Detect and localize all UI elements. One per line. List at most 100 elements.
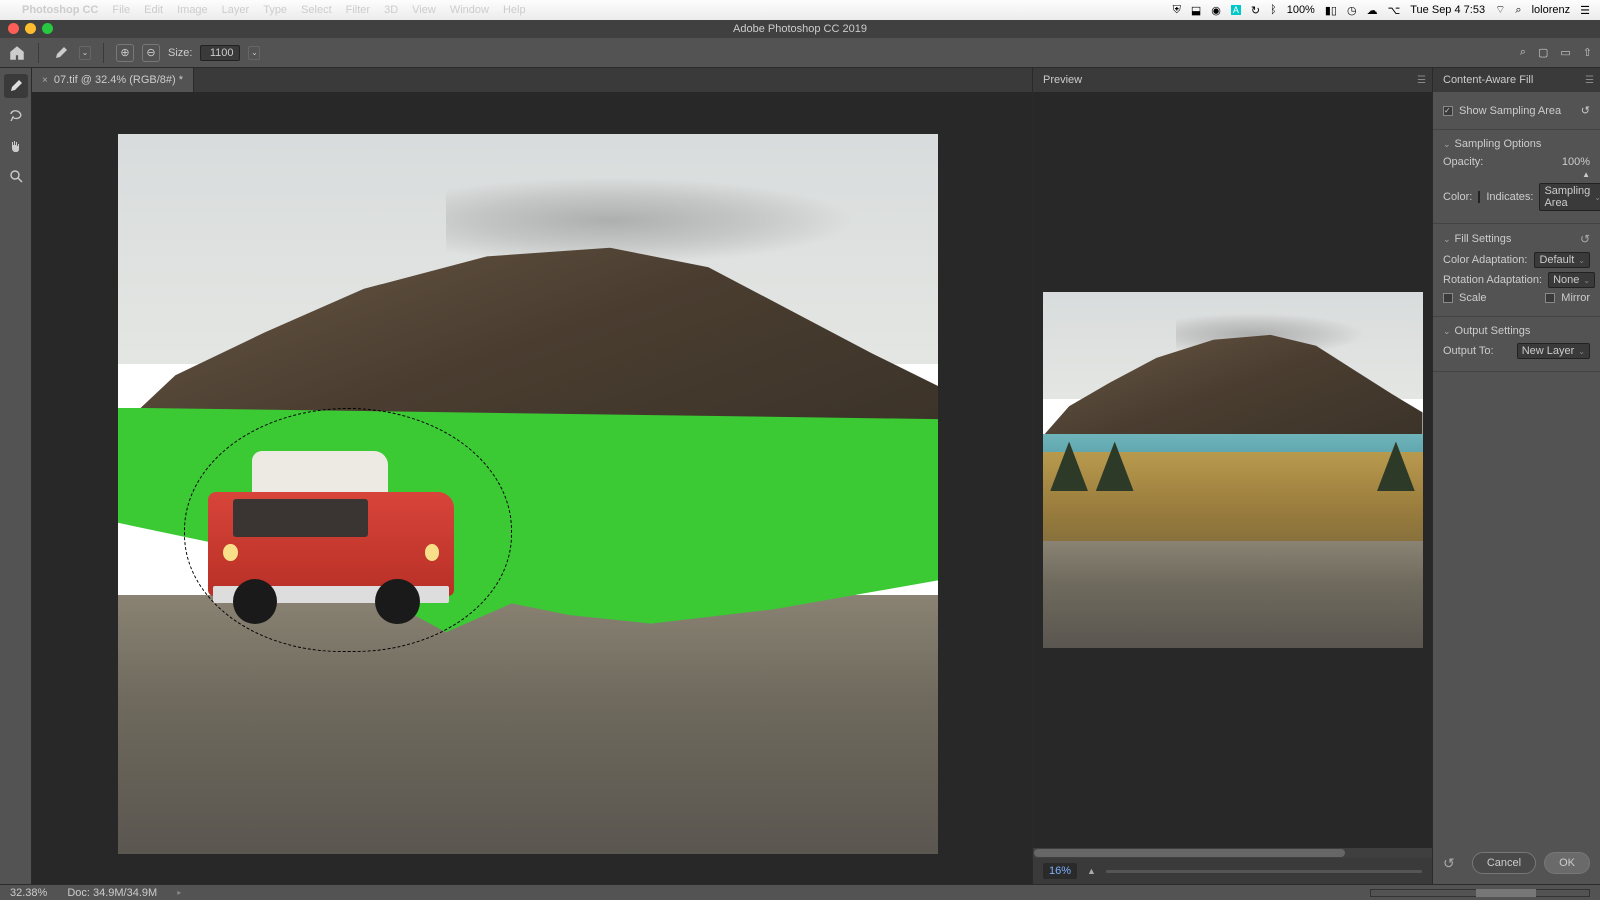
zoom-tool[interactable] bbox=[4, 164, 28, 188]
selection-marquee bbox=[184, 408, 512, 653]
mirror-label: Mirror bbox=[1561, 292, 1590, 304]
preview-canvas[interactable] bbox=[1043, 292, 1423, 648]
size-label: Size: bbox=[168, 47, 192, 59]
panel-menu-icon[interactable]: ☰ bbox=[1585, 75, 1594, 86]
menu-edit[interactable]: Edit bbox=[144, 4, 163, 16]
document-tabs: × 07.tif @ 32.4% (RGB/8#) * bbox=[32, 68, 1032, 92]
tab-close-icon[interactable]: × bbox=[42, 75, 48, 86]
menu-view[interactable]: View bbox=[412, 4, 436, 16]
reset-all-icon[interactable]: ↺ bbox=[1443, 855, 1455, 872]
color-adapt-dropdown[interactable]: Default⌄ bbox=[1534, 252, 1590, 268]
workspace-icon[interactable]: ▢ bbox=[1538, 46, 1548, 59]
status-scrollbar[interactable] bbox=[1370, 889, 1590, 897]
main-canvas[interactable] bbox=[118, 134, 938, 854]
fill-settings-header[interactable]: Fill Settings bbox=[1455, 233, 1512, 245]
reset-sampling-icon[interactable]: ↺ bbox=[1581, 104, 1590, 117]
opacity-value[interactable]: 100% bbox=[1562, 156, 1590, 168]
color-swatch[interactable] bbox=[1478, 191, 1480, 203]
show-sampling-checkbox[interactable] bbox=[1443, 106, 1453, 116]
menu-filter[interactable]: Filter bbox=[346, 4, 370, 16]
preview-title: Preview bbox=[1043, 74, 1082, 86]
dropbox-icon[interactable]: ⬓ bbox=[1191, 4, 1201, 17]
scale-checkbox[interactable] bbox=[1443, 293, 1453, 303]
add-mode-button[interactable]: ⊕ bbox=[116, 44, 134, 62]
minimize-icon[interactable] bbox=[25, 23, 36, 34]
sync-icon[interactable]: ↻ bbox=[1251, 4, 1260, 17]
sampling-options-header[interactable]: Sampling Options bbox=[1455, 138, 1542, 150]
close-icon[interactable] bbox=[8, 23, 19, 34]
cloud-icon[interactable]: ☁︎ bbox=[1367, 4, 1378, 17]
battery-text: 100% bbox=[1287, 4, 1315, 16]
opacity-label: Opacity: bbox=[1443, 156, 1483, 168]
size-dropdown[interactable]: ⌄ bbox=[248, 46, 260, 60]
output-settings-header[interactable]: Output Settings bbox=[1455, 325, 1531, 337]
canvas-area: × 07.tif @ 32.4% (RGB/8#) * bbox=[32, 68, 1032, 884]
status-doc[interactable]: Doc: 34.9M/34.9M bbox=[67, 887, 157, 899]
menu-layer[interactable]: Layer bbox=[222, 4, 250, 16]
mac-menubar: Photoshop CC File Edit Image Layer Type … bbox=[0, 0, 1600, 20]
hand-tool[interactable] bbox=[4, 134, 28, 158]
ok-button[interactable]: OK bbox=[1544, 852, 1590, 874]
menu-window[interactable]: Window bbox=[450, 4, 489, 16]
menu-icon[interactable]: ☰ bbox=[1580, 4, 1590, 17]
reset-fill-icon[interactable]: ↺ bbox=[1580, 232, 1590, 246]
window-title: Adobe Photoshop CC 2019 bbox=[733, 23, 867, 35]
menu-select[interactable]: Select bbox=[301, 4, 332, 16]
spotlight-icon[interactable]: ⌕ bbox=[1515, 4, 1521, 17]
size-input[interactable]: 1100 bbox=[200, 45, 240, 61]
show-sampling-label: Show Sampling Area bbox=[1459, 105, 1561, 117]
battery-icon[interactable]: ▮▯ bbox=[1325, 4, 1337, 17]
traffic-lights bbox=[8, 23, 53, 34]
status-zoom[interactable]: 32.38% bbox=[10, 887, 47, 899]
home-button[interactable] bbox=[8, 44, 26, 62]
search-icon[interactable]: ⌕ bbox=[1520, 46, 1526, 59]
rotation-label: Rotation Adaptation: bbox=[1443, 274, 1542, 286]
app-name[interactable]: Photoshop CC bbox=[22, 4, 98, 16]
share-icon[interactable]: ⇧ bbox=[1583, 46, 1592, 59]
zoom-slider[interactable] bbox=[1106, 870, 1422, 873]
color-adapt-label: Color Adaptation: bbox=[1443, 254, 1527, 266]
document-tab[interactable]: × 07.tif @ 32.4% (RGB/8#) * bbox=[32, 68, 194, 92]
image-ground bbox=[118, 595, 938, 854]
clock-text: Tue Sep 4 7:53 bbox=[1410, 4, 1485, 16]
cancel-button[interactable]: Cancel bbox=[1472, 852, 1536, 874]
mac-status: ⛨ ⬓ ◉ A ↻ ᛒ 100% ▮▯ ◷ ☁︎ ⌥ Tue Sep 4 7:5… bbox=[1173, 3, 1590, 17]
preview-panel: Preview ☰ 16% ▲ bbox=[1032, 68, 1432, 884]
cc-icon[interactable]: ◉ bbox=[1211, 4, 1221, 17]
brush-preset-dropdown[interactable]: ⌄ bbox=[79, 46, 91, 60]
lasso-tool[interactable] bbox=[4, 104, 28, 128]
output-to-dropdown[interactable]: New Layer⌄ bbox=[1517, 343, 1590, 359]
bluetooth-icon[interactable]: ᛒ bbox=[1270, 4, 1277, 16]
user-text[interactable]: lolorenz bbox=[1532, 4, 1571, 16]
sampling-brush-tool[interactable] bbox=[4, 74, 28, 98]
preview-zoom-input[interactable]: 16% bbox=[1043, 863, 1077, 879]
menu-image[interactable]: Image bbox=[177, 4, 208, 16]
preview-scrollbar[interactable] bbox=[1033, 848, 1432, 858]
wifi-icon[interactable]: ⌔ bbox=[1495, 3, 1505, 17]
clock-icon[interactable]: ◷ bbox=[1347, 4, 1357, 17]
menu-3d[interactable]: 3D bbox=[384, 4, 398, 16]
output-to-label: Output To: bbox=[1443, 345, 1494, 357]
menu-help[interactable]: Help bbox=[503, 4, 526, 16]
status-bar: 32.38% Doc: 34.9M/34.9M ▸ bbox=[0, 884, 1600, 900]
shield-icon[interactable]: ⛨ bbox=[1173, 4, 1181, 17]
caf-title: Content-Aware Fill bbox=[1443, 74, 1533, 86]
scale-label: Scale bbox=[1459, 292, 1487, 304]
indicates-label: Indicates: bbox=[1486, 191, 1533, 203]
rotation-dropdown[interactable]: None⌄ bbox=[1548, 272, 1595, 288]
panel-menu-icon[interactable]: ☰ bbox=[1417, 75, 1426, 86]
adobe-icon[interactable]: A bbox=[1231, 5, 1241, 15]
zoom-icon[interactable] bbox=[42, 23, 53, 34]
opacity-slider[interactable]: ▲ bbox=[1443, 170, 1590, 179]
options-bar: ⌄ ⊕ ⊖ Size: 1100 ⌄ ⌕ ▢ ▭ ⇧ bbox=[0, 38, 1600, 68]
switch-icon[interactable]: ⌥ bbox=[1388, 4, 1401, 17]
zoom-slider-thumb[interactable]: ▲ bbox=[1087, 866, 1096, 876]
mirror-checkbox[interactable] bbox=[1545, 293, 1555, 303]
menu-type[interactable]: Type bbox=[263, 4, 287, 16]
content-aware-fill-panel: Content-Aware Fill ☰ Show Sampling Area … bbox=[1432, 68, 1600, 884]
subtract-mode-button[interactable]: ⊖ bbox=[142, 44, 160, 62]
indicates-dropdown[interactable]: Sampling Area⌄ bbox=[1539, 183, 1600, 211]
arrange-icon[interactable]: ▭ bbox=[1560, 46, 1570, 59]
menu-file[interactable]: File bbox=[112, 4, 130, 16]
brush-tool-icon[interactable] bbox=[51, 43, 71, 63]
